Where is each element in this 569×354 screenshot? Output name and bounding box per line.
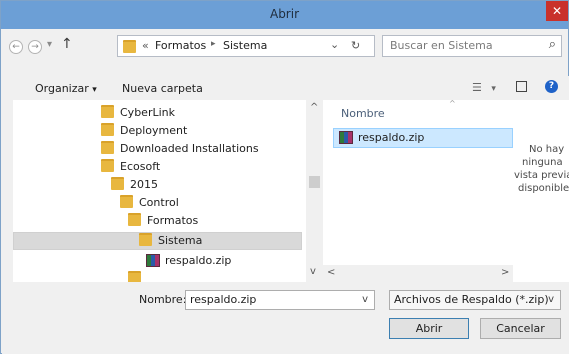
preview-line: vista previa <box>514 170 569 181</box>
scrollbar-thumb[interactable] <box>309 176 320 188</box>
cancel-button[interactable]: Cancelar <box>480 318 561 339</box>
scroll-left-arrow[interactable]: < <box>327 267 335 278</box>
filetype-select[interactable]: Archivos de Respaldo (*.zip) v <box>389 290 561 310</box>
back-button[interactable]: ← <box>9 40 23 54</box>
tree-item-label: respaldo.zip <box>165 254 232 267</box>
open-button[interactable]: Abrir <box>389 318 469 339</box>
file-row-respaldo-zip[interactable]: respaldo.zip <box>333 128 513 148</box>
filetype-value: Archivos de Respaldo (*.zip) <box>394 293 549 306</box>
address-dropdown-icon[interactable]: ⌄ <box>330 38 339 51</box>
folder-icon <box>123 40 136 53</box>
filename-input[interactable]: respaldo.zip <box>190 293 256 306</box>
tree-item-sistema[interactable]: Sistema <box>139 232 202 250</box>
chevron-down-icon: ▾ <box>92 85 97 95</box>
change-view-button[interactable]: ☰ ▾ <box>472 81 496 94</box>
filename-dropdown-icon[interactable]: v <box>362 291 368 309</box>
filetype-dropdown-icon[interactable]: v <box>548 291 554 309</box>
preview-line: No hay <box>529 144 565 155</box>
new-folder-button[interactable]: Nueva carpeta <box>122 82 203 95</box>
help-icon[interactable]: ? <box>545 80 558 93</box>
folder-icon <box>128 213 141 226</box>
tree-item-deployment[interactable]: Deployment <box>101 122 187 140</box>
tree-item-formatos[interactable]: Formatos <box>128 212 198 230</box>
tree-item-label: Deployment <box>120 124 188 137</box>
tree-item-label: Formatos <box>147 214 199 227</box>
breadcrumb-sistema[interactable]: Sistema <box>223 39 267 52</box>
command-bar: Organizar ▾ Nueva carpeta ☰ ▾ ? <box>2 76 569 100</box>
tree-item-respaldo-zip[interactable]: respaldo.zip <box>146 252 231 270</box>
filename-combobox[interactable]: respaldo.zip v <box>185 290 375 310</box>
navigation-bar: ← → ▾ ↑ « Formatos ▸ Sistema ⌄ ↻ Buscar … <box>9 35 562 59</box>
up-one-level-button[interactable]: ↑ <box>61 36 73 52</box>
tree-item-partial[interactable] <box>128 270 147 282</box>
breadcrumb-overflow[interactable]: « <box>142 39 149 52</box>
tree-item-label: Control <box>139 196 179 209</box>
file-list: ^ Nombre respaldo.zip <box>323 99 513 282</box>
winrar-archive-icon <box>146 254 160 267</box>
scroll-down-arrow[interactable]: v <box>310 266 316 277</box>
filename-label: Nombre: <box>139 293 187 306</box>
preview-line: ninguna <box>522 157 563 168</box>
folder-icon <box>120 195 133 208</box>
column-header-name[interactable]: Nombre <box>341 107 385 120</box>
window-title: Abrir <box>269 7 300 21</box>
search-icon[interactable]: ⌕ <box>549 37 556 52</box>
tree-item-cyberlink[interactable]: CyberLink <box>101 104 175 122</box>
folder-icon <box>128 271 141 282</box>
address-bar[interactable]: « Formatos ▸ Sistema ⌄ ↻ <box>117 35 375 57</box>
folder-icon <box>101 123 114 136</box>
search-input[interactable]: Buscar en Sistema <box>390 39 493 52</box>
scroll-right-arrow[interactable]: > <box>501 267 509 278</box>
folder-icon <box>101 159 114 172</box>
tree-item-label: CyberLink <box>120 106 175 119</box>
navigation-pane: CyberLink Deployment Downloaded Installa… <box>13 100 306 282</box>
forward-button[interactable]: → <box>28 40 42 54</box>
preview-pane: No hay ninguna vista previa disponible. <box>513 100 569 282</box>
organize-button[interactable]: Organizar ▾ <box>35 82 97 95</box>
file-name: respaldo.zip <box>358 131 425 144</box>
navigation-pane-scrollbar[interactable]: ^ v <box>306 100 323 282</box>
tree-item-label: Sistema <box>158 234 203 247</box>
title-bar: Abrir ✕ <box>1 1 568 29</box>
search-box[interactable]: Buscar en Sistema ⌕ <box>382 35 562 57</box>
scroll-up-arrow[interactable]: ^ <box>310 102 318 113</box>
tree-item-label: Downloaded Installations <box>120 142 259 155</box>
breadcrumb-formatos[interactable]: Formatos <box>155 39 206 52</box>
tree-item-label: 2015 <box>130 178 158 191</box>
refresh-icon[interactable]: ↻ <box>351 39 360 52</box>
recent-locations-dropdown[interactable]: ▾ <box>47 39 52 50</box>
view-list-icon: ☰ <box>472 81 482 94</box>
folder-icon <box>101 141 114 154</box>
preview-line: disponible. <box>518 183 569 194</box>
organize-label: Organizar <box>35 82 89 95</box>
no-preview-message: No hay ninguna vista previa disponible. <box>514 143 569 195</box>
tree-item-control[interactable]: Control <box>120 194 179 212</box>
close-button[interactable]: ✕ <box>546 1 568 21</box>
folder-icon <box>101 105 114 118</box>
winrar-archive-icon <box>339 131 353 144</box>
preview-pane-icon[interactable] <box>516 81 527 92</box>
sort-ascending-icon: ^ <box>449 99 456 108</box>
tree-item-ecosoft[interactable]: Ecosoft <box>101 158 160 176</box>
chevron-down-icon: ▾ <box>491 84 496 94</box>
tree-item-label: Ecosoft <box>120 160 161 173</box>
folder-icon <box>139 233 152 246</box>
dialog-footer: Nombre: respaldo.zip v Archivos de Respa… <box>2 282 569 354</box>
folder-icon <box>111 177 124 190</box>
tree-item-2015[interactable]: 2015 <box>111 176 158 194</box>
open-file-dialog: Abrir ✕ ← → ▾ ↑ « Formatos ▸ Sistema ⌄ ↻… <box>0 0 569 354</box>
file-list-scrollbar[interactable]: < > <box>323 265 513 282</box>
tree-item-downloaded-installations[interactable]: Downloaded Installations <box>101 140 259 158</box>
breadcrumb-separator: ▸ <box>211 39 216 49</box>
